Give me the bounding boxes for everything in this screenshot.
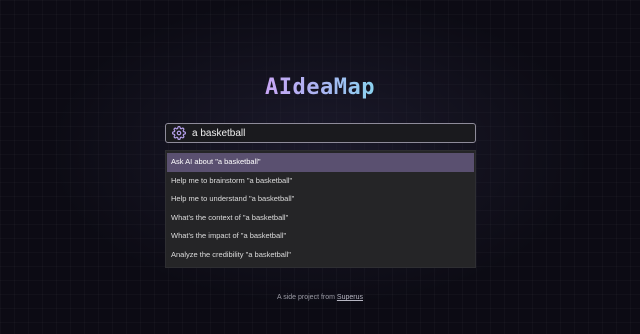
app-title-text: AIdeaMap <box>265 75 375 100</box>
search-box[interactable] <box>165 123 476 143</box>
suggestion-item[interactable]: Help me to brainstorm "a basketball" <box>167 172 474 191</box>
search-input[interactable] <box>192 125 475 141</box>
footer-text: A side project from <box>277 294 335 301</box>
suggestion-item[interactable]: Help me to understand "a basketball" <box>167 190 474 209</box>
settings-gear-icon <box>172 126 186 140</box>
app-title: AIdeaMap <box>0 72 640 104</box>
suggestion-item[interactable]: What's the context of "a basketball" <box>167 209 474 228</box>
superus-link[interactable]: Superus <box>337 294 363 301</box>
suggestion-item[interactable]: Analyze the credibility "a basketball" <box>167 246 474 265</box>
suggestion-item[interactable]: Ask AI about "a basketball" <box>167 153 474 172</box>
footer: A side project from Superus <box>0 294 640 301</box>
suggestions-dropdown: Ask AI about "a basketball" Help me to b… <box>165 150 476 268</box>
suggestion-item[interactable]: What's the impact of "a basketball" <box>167 227 474 246</box>
